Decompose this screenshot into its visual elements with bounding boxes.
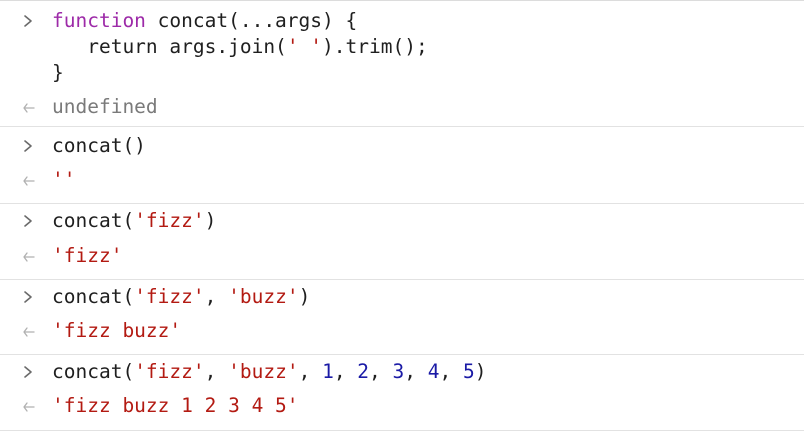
code-token-plain: concat(: [52, 360, 135, 383]
return-arrow-icon: [22, 243, 38, 269]
return-arrow-icon: [22, 318, 38, 344]
console-result-value: undefined: [52, 94, 158, 120]
chevron-right-icon: [22, 359, 38, 385]
console-output-line: 'fizz': [0, 243, 804, 269]
console-panel: function concat(...args) { return args.j…: [0, 0, 804, 434]
code-token-str: 'buzz': [228, 285, 299, 308]
code-token-plain: ,: [439, 360, 463, 383]
code-token-str: 'fizz buzz 1 2 3 4 5': [52, 394, 299, 417]
code-token-str: 'fizz': [134, 360, 205, 383]
code-token-str: 'fizz buzz': [52, 319, 182, 342]
console-output-line: undefined: [0, 94, 804, 120]
console-result-value: 'fizz buzz': [52, 318, 181, 344]
console-input-code: function concat(...args) {: [52, 8, 357, 34]
console-output-line: '': [0, 167, 804, 193]
console-result-value: 'fizz buzz 1 2 3 4 5': [52, 393, 299, 419]
console-input-code: concat('fizz'): [52, 208, 216, 234]
code-token-str: ' ': [286, 35, 323, 58]
console-input-code: concat('fizz', 'buzz'): [52, 284, 310, 310]
code-token-num: 2: [357, 360, 370, 383]
code-token-plain: ,: [204, 360, 229, 383]
code-token-str: 'fizz': [52, 244, 123, 267]
console-input-code: concat('fizz', 'buzz', 1, 2, 3, 4, 5): [52, 359, 487, 385]
code-token-plain: return args.join(: [52, 35, 287, 58]
console-input-code: return args.join(' ').trim();: [52, 34, 428, 60]
code-token-str: 'buzz': [228, 360, 299, 383]
code-token-kw: function: [52, 9, 146, 32]
code-token-str: '': [52, 168, 76, 191]
return-arrow-icon: [22, 393, 38, 419]
console-input-line: concat('fizz'): [0, 208, 804, 234]
return-arrow-icon: [22, 94, 38, 120]
code-token-plain: ,: [404, 360, 428, 383]
code-token-str: 'fizz': [134, 209, 205, 232]
code-token-plain: concat(: [52, 209, 135, 232]
entry-separator: [0, 126, 804, 127]
code-token-plain: ,: [369, 360, 393, 383]
code-token-num: 3: [392, 360, 405, 383]
console-result-value: '': [52, 167, 75, 193]
entry-separator: [0, 430, 804, 431]
entry-separator: [0, 354, 804, 355]
chevron-right-icon: [22, 133, 38, 159]
code-token-plain: concat(...args) {: [145, 9, 358, 32]
console-input-line: }: [0, 60, 804, 86]
code-token-plain: ): [474, 360, 487, 383]
code-token-undef: undefined: [52, 95, 158, 118]
code-token-str: 'fizz': [134, 285, 205, 308]
console-input-line: concat(): [0, 133, 804, 159]
code-token-plain: ): [204, 209, 217, 232]
chevron-right-icon: [22, 8, 38, 34]
console-top-border: [0, 0, 804, 6]
code-token-num: 1: [322, 360, 334, 383]
code-token-plain: ,: [333, 360, 358, 383]
console-result-value: 'fizz': [52, 243, 122, 269]
console-input-line: concat('fizz', 'buzz'): [0, 284, 804, 310]
console-input-line: function concat(...args) {: [0, 8, 804, 34]
console-input-code: concat(): [52, 133, 146, 159]
return-arrow-icon: [22, 167, 38, 193]
console-output-line: 'fizz buzz': [0, 318, 804, 344]
code-token-plain: ): [298, 285, 311, 308]
code-token-num: 5: [463, 360, 475, 383]
code-token-plain: ).trim();: [322, 35, 428, 58]
console-input-code: }: [52, 60, 64, 86]
code-token-num: 4: [427, 360, 440, 383]
code-token-plain: concat(): [52, 134, 146, 157]
chevron-right-icon: [22, 284, 38, 310]
chevron-right-icon: [22, 208, 38, 234]
entry-separator: [0, 203, 804, 204]
code-token-plain: ,: [204, 285, 229, 308]
code-token-plain: }: [52, 61, 64, 84]
console-input-line: return args.join(' ').trim();: [0, 34, 804, 60]
entry-separator: [0, 279, 804, 280]
console-input-line: concat('fizz', 'buzz', 1, 2, 3, 4, 5): [0, 359, 804, 385]
code-token-plain: ,: [298, 360, 323, 383]
code-token-plain: concat(: [52, 285, 135, 308]
console-output-line: 'fizz buzz 1 2 3 4 5': [0, 393, 804, 419]
